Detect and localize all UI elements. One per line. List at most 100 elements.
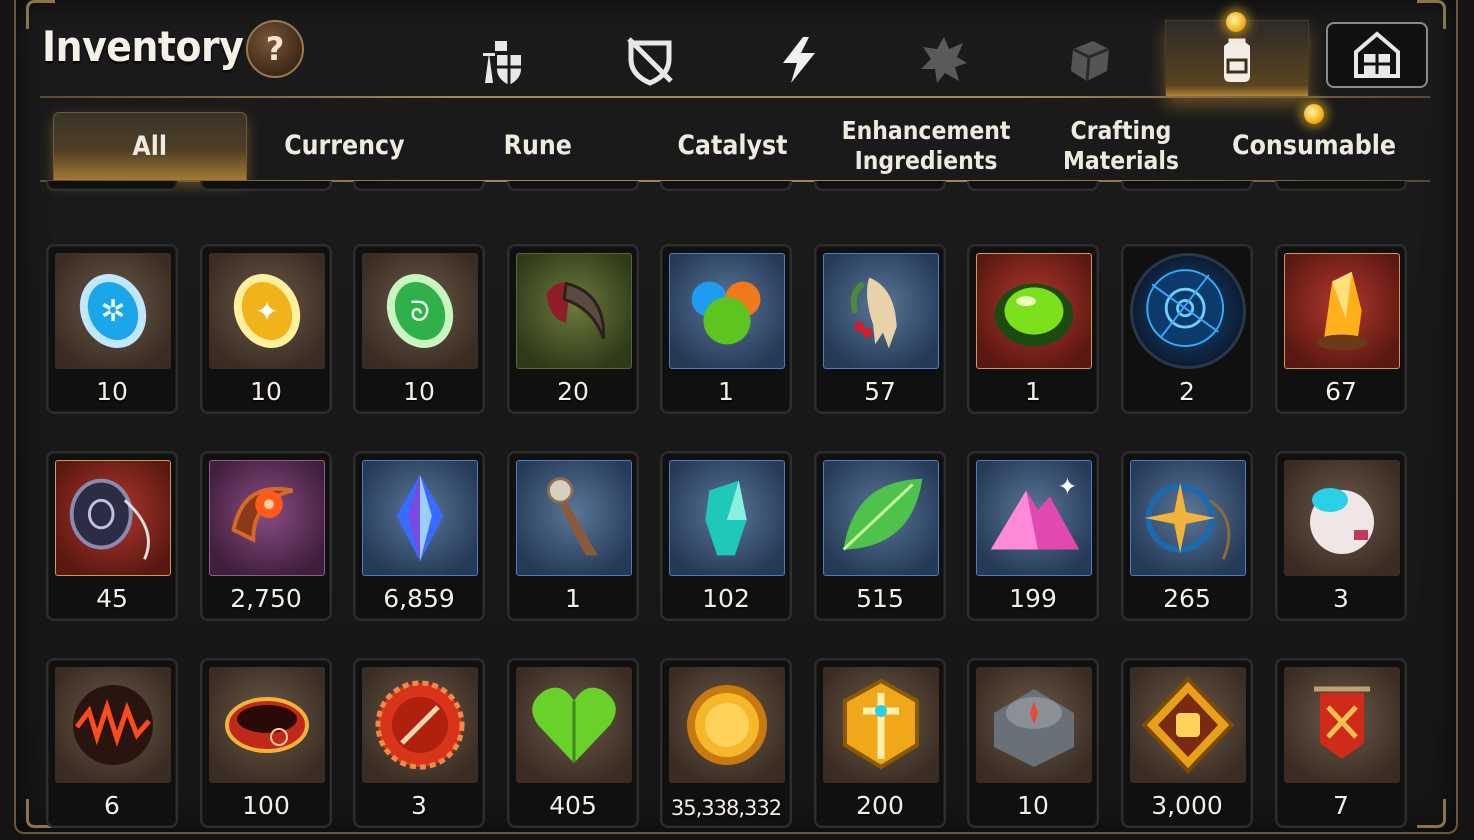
tab-emblem[interactable]: [894, 24, 994, 96]
inventory-item-slot[interactable]: 3,000: [1121, 658, 1253, 828]
inventory-item-slot[interactable]: 6,859: [353, 451, 485, 621]
inventory-item-slot[interactable]: 10: [1121, 181, 1253, 191]
inventory-item-slot[interactable]: 45: [46, 181, 178, 191]
blue-rune-circle-icon: [1130, 253, 1246, 369]
filter-tab-currency[interactable]: Currency: [247, 112, 441, 180]
inventory-item-slot[interactable]: 1: [660, 244, 792, 414]
inventory-item-slot[interactable]: 1: [967, 244, 1099, 414]
item-count: 57: [864, 377, 896, 406]
item-count: 405: [549, 791, 597, 820]
item-count: 102: [702, 584, 750, 613]
item-count: 20: [557, 377, 589, 406]
star-pendant-icon: [1130, 460, 1246, 576]
tab-equipment[interactable]: [452, 24, 552, 96]
inventory-item-slot[interactable]: ✦ 10: [200, 244, 332, 414]
splash-emblem-icon: [921, 37, 967, 83]
inventory-item-slot[interactable]: 20: [507, 244, 639, 414]
filter-tab-catalyst[interactable]: Catalyst: [635, 112, 829, 180]
inventory-item-slot[interactable]: 20: [967, 181, 1099, 191]
tab-storage[interactable]: [1326, 22, 1428, 88]
inventory-item-slot[interactable]: 10: [1275, 181, 1407, 191]
inventory-item-slot[interactable]: 102: [660, 451, 792, 621]
item-count: 2: [1179, 377, 1195, 406]
gold-sword-emblem-icon: [823, 667, 939, 783]
tab-cube[interactable]: [1040, 24, 1140, 96]
inventory-item-slot[interactable]: 3: [1275, 451, 1407, 621]
page-title: Inventory: [42, 22, 244, 71]
amber-crystal-icon: [1284, 253, 1400, 369]
red-banner-icon: [1284, 667, 1400, 783]
slime-orbs-icon: [669, 253, 785, 369]
inventory-item-slot[interactable]: ✦ 199: [967, 451, 1099, 621]
item-count: 1: [718, 377, 734, 406]
item-count: 7: [1333, 791, 1349, 820]
notification-dot: [1226, 12, 1246, 32]
green-potion-bowl-icon: [976, 253, 1092, 369]
inventory-item-slot[interactable]: 57: [814, 244, 946, 414]
inventory-window: Inventory ? All Currency Rune Catalyst E…: [0, 0, 1474, 840]
item-count: 3,000: [1151, 791, 1223, 820]
help-button[interactable]: ?: [246, 20, 304, 78]
inventory-item-slot[interactable]: 6: [46, 658, 178, 828]
inventory-item-slot[interactable]: 45: [46, 451, 178, 621]
inventory-item-slot[interactable]: ✲ 10: [46, 244, 178, 414]
stone-compass-icon: [976, 667, 1092, 783]
blue-rune-stone-icon: ✲: [55, 253, 171, 369]
item-count: 3: [1333, 584, 1349, 613]
green-rune-stone-icon: ᘐ: [362, 253, 478, 369]
item-count: 10: [250, 377, 282, 406]
inventory-item-slot[interactable]: 2: [1121, 244, 1253, 414]
broken-shield-icon: [627, 37, 673, 86]
item-count: 200: [856, 791, 904, 820]
item-count: 10: [403, 377, 435, 406]
header-divider: [40, 96, 1430, 98]
item-count: 35,338,332: [670, 796, 782, 820]
item-count: 6: [104, 791, 120, 820]
item-count: 2,750: [230, 584, 302, 613]
inventory-item-slot[interactable]: 405: [507, 658, 639, 828]
svg-text:✲: ✲: [100, 294, 125, 329]
inventory-item-slot[interactable]: 400: [660, 181, 792, 191]
inventory-item-slot[interactable]: 3: [353, 658, 485, 828]
robot-pod-icon: [1284, 460, 1400, 576]
pink-ore-icon: ✦: [976, 460, 1092, 576]
inventory-item-slot[interactable]: 7: [1275, 658, 1407, 828]
gold-coin-icon: [669, 667, 785, 783]
svg-text:✦: ✦: [1058, 472, 1078, 500]
svg-text:ᘐ: ᘐ: [410, 295, 430, 328]
filter-tab-crafting-materials[interactable]: Crafting Materials: [1023, 112, 1219, 180]
inventory-item-slot[interactable]: 2,750: [200, 451, 332, 621]
filter-tab-enhancement-ingredients[interactable]: Enhancement Ingredients: [829, 112, 1023, 180]
inventory-item-slot[interactable]: 200: [507, 181, 639, 191]
tab-defense[interactable]: [600, 24, 700, 96]
backpack-icon: [1224, 38, 1250, 82]
ornate-dagger-icon: [516, 460, 632, 576]
inventory-item-slot[interactable]: 200: [814, 658, 946, 828]
knight-shield-icon: [483, 41, 521, 85]
item-count: 515: [856, 584, 904, 613]
item-grid[interactable]: 451520040010201010✲10✦10ᘐ10201571267452,…: [40, 181, 1430, 831]
tab-skill[interactable]: [748, 24, 848, 96]
notification-dot: [1304, 104, 1324, 124]
filter-tab-all[interactable]: All: [53, 112, 247, 180]
inventory-item-slot[interactable]: 5: [353, 181, 485, 191]
item-count: 265: [1163, 584, 1211, 613]
inventory-item-slot[interactable]: 515: [814, 451, 946, 621]
inventory-item-slot[interactable]: 1: [507, 451, 639, 621]
flower-bracelet-icon: [209, 460, 325, 576]
claw-icon: [516, 253, 632, 369]
filter-tab-rune[interactable]: Rune: [441, 112, 635, 180]
inventory-item-slot[interactable]: 1: [200, 181, 332, 191]
blue-crystal-icon: [362, 460, 478, 576]
item-count: 6,859: [383, 584, 455, 613]
inventory-item-slot[interactable]: 10: [814, 181, 946, 191]
inventory-item-slot[interactable]: 67: [1275, 244, 1407, 414]
inventory-item-slot[interactable]: ᘐ 10: [353, 244, 485, 414]
inventory-item-slot[interactable]: 100: [200, 658, 332, 828]
item-count: 3: [411, 791, 427, 820]
lightning-icon: [783, 37, 815, 83]
inventory-item-slot[interactable]: 35,338,332: [660, 658, 792, 828]
red-bracelet-icon: [209, 667, 325, 783]
inventory-item-slot[interactable]: 265: [1121, 451, 1253, 621]
inventory-item-slot[interactable]: 10: [967, 658, 1099, 828]
